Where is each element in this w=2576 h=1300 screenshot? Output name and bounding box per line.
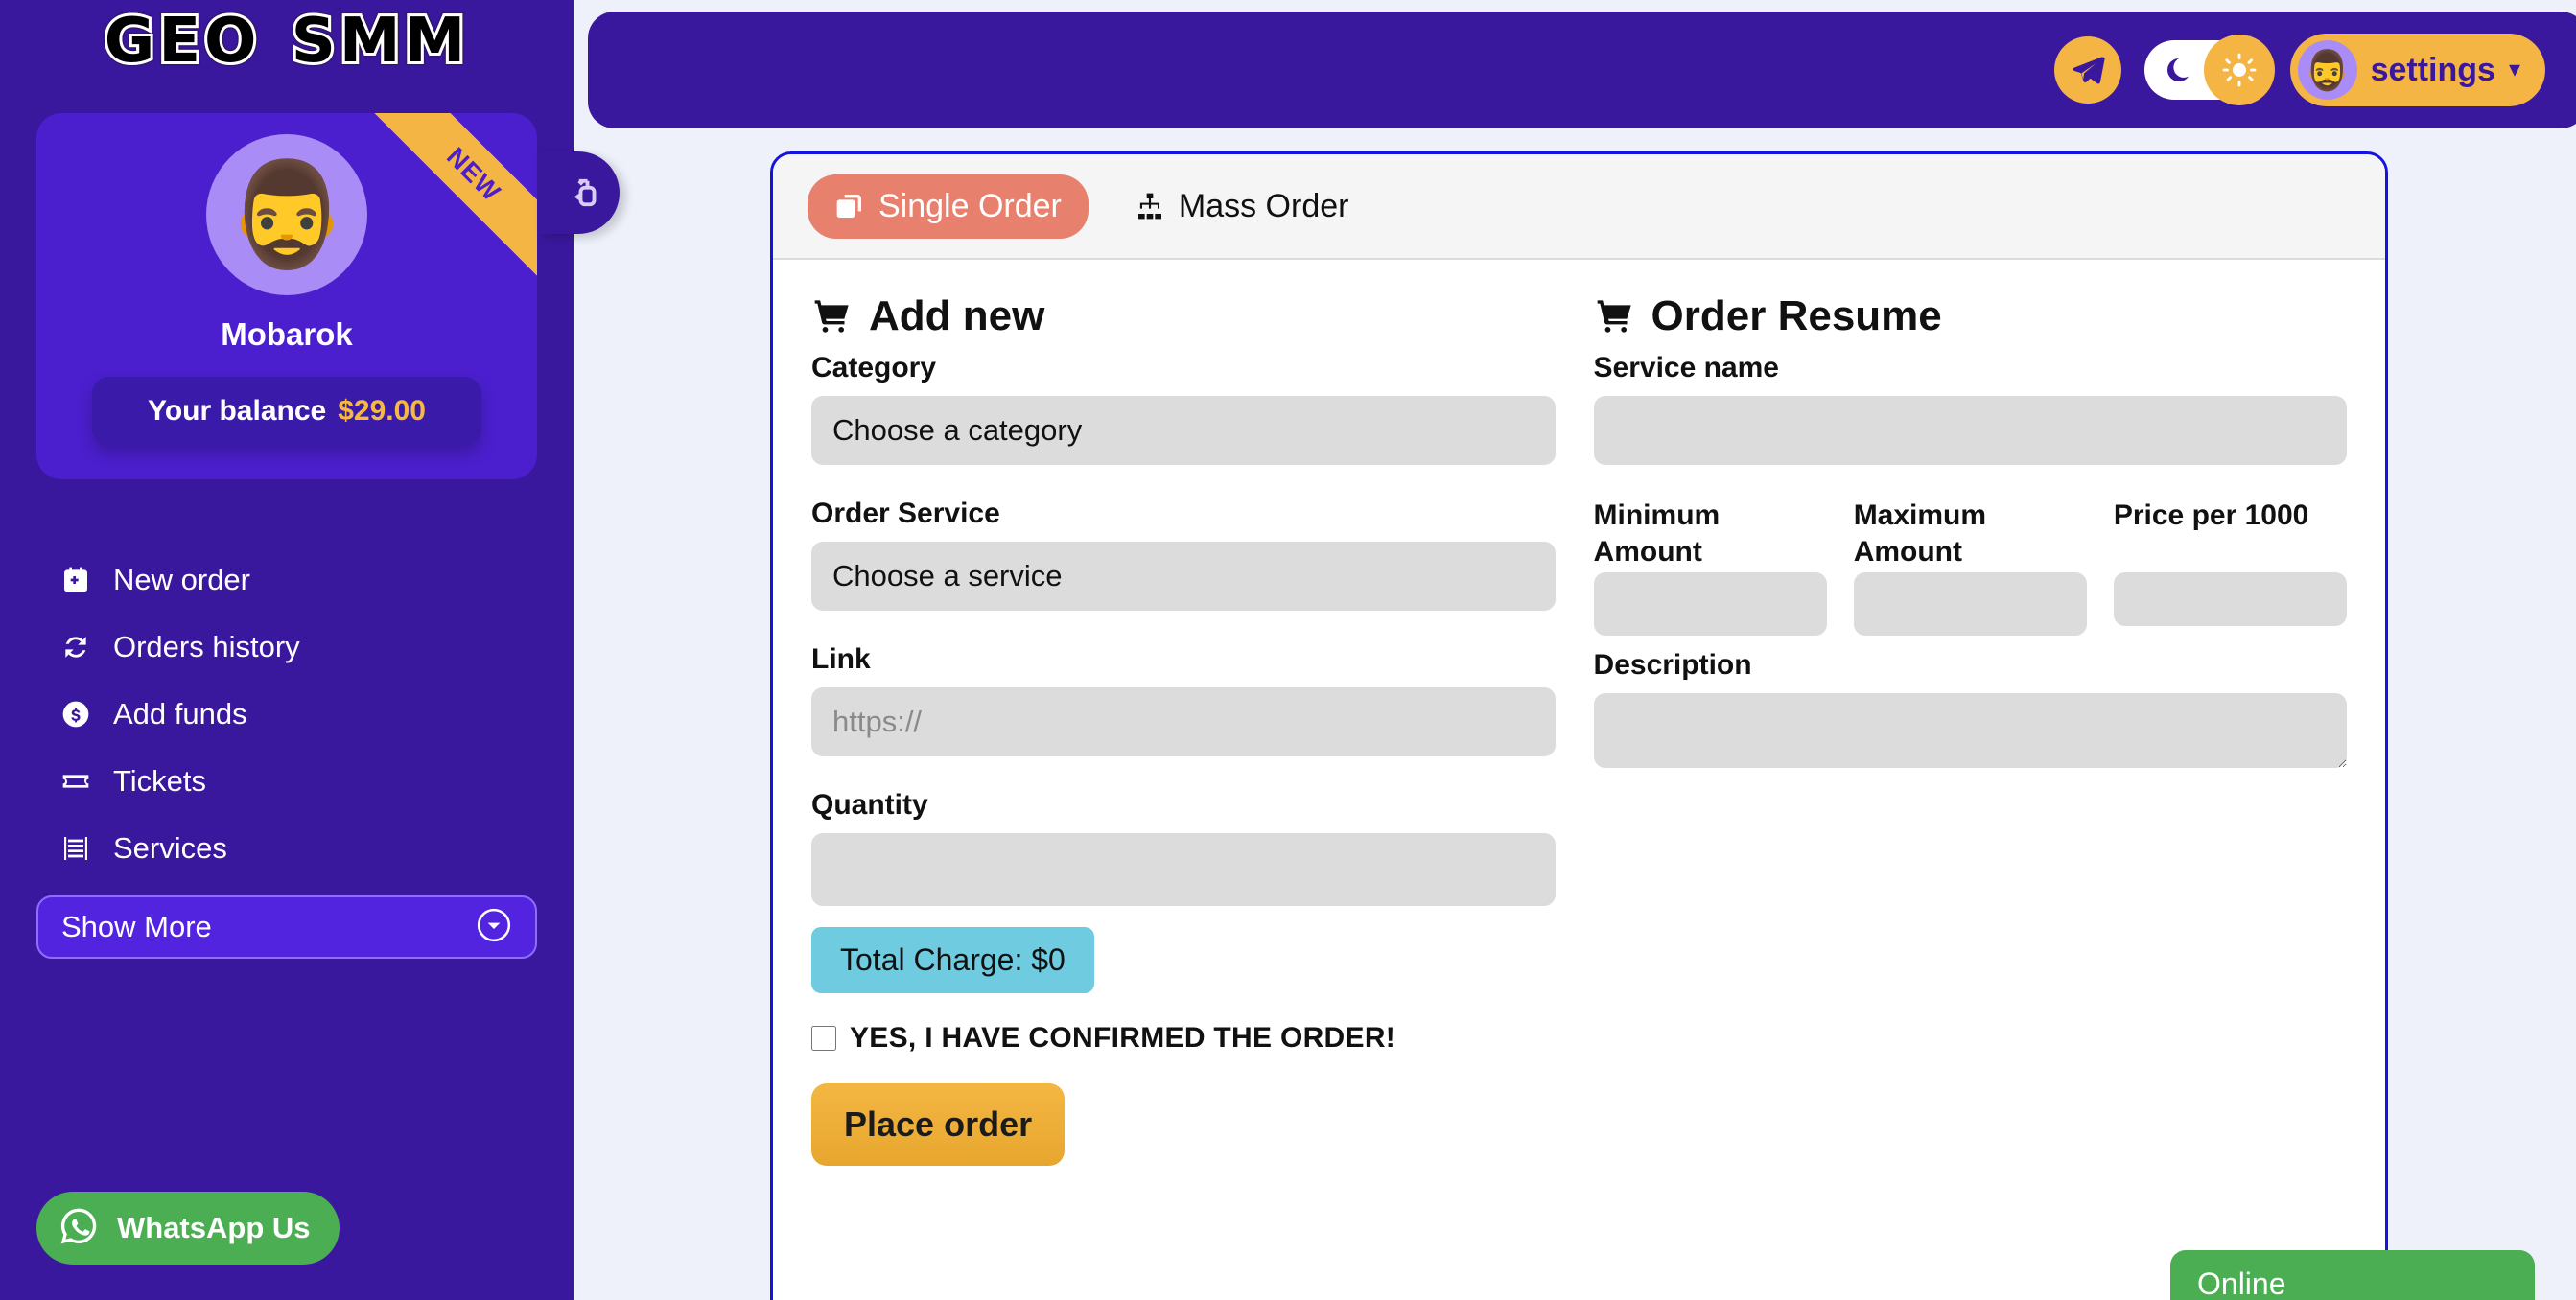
description-textarea[interactable]	[1593, 693, 2347, 768]
card-body: Add new Category Order Service Link Quan…	[773, 260, 2385, 1166]
brand-logo[interactable]: GEO SMM	[0, 3, 574, 80]
quantity-input[interactable]	[811, 833, 1556, 906]
order-tabs: Single Order Mass Order	[773, 154, 2385, 260]
sidebar-item-add-funds[interactable]: Add funds	[0, 681, 574, 748]
total-charge-badge: Total Charge: $0	[811, 927, 1094, 993]
maximum-amount-group: Maximum Amount	[1853, 498, 2087, 636]
whatsapp-label: WhatsApp Us	[117, 1211, 311, 1244]
sidebar: GEO SMM NEW 🧔‍♂️ Mobarok Your balance $2…	[0, 0, 574, 1300]
show-more-button[interactable]: Show More	[36, 895, 537, 959]
avatar: 🧔‍♂️	[206, 134, 367, 295]
sidebar-item-label: Add funds	[113, 697, 247, 731]
profile-name: Mobarok	[221, 316, 353, 352]
section-title-text: Add new	[869, 292, 1045, 339]
telegram-icon[interactable]	[2053, 36, 2121, 104]
maximum-amount-label: Maximum Amount	[1853, 499, 1987, 568]
link-input[interactable]	[811, 687, 1556, 756]
add-new-panel: Add new Category Order Service Link Quan…	[811, 292, 1594, 1166]
online-chat-label: Online	[2197, 1265, 2286, 1300]
sidebar-item-services[interactable]: Services	[0, 815, 574, 882]
ticket-icon	[59, 765, 92, 798]
minimum-amount-label: Minimum Amount	[1593, 499, 1721, 568]
tab-label: Mass Order	[1178, 187, 1349, 224]
section-title-text: Order Resume	[1651, 292, 1942, 339]
show-more-label: Show More	[61, 910, 212, 943]
chevron-down-icon: ▾	[2508, 57, 2520, 82]
whatsapp-icon	[58, 1205, 100, 1252]
sidebar-item-label: Tickets	[113, 764, 207, 798]
copy-icon	[836, 195, 861, 218]
profile-card: NEW 🧔‍♂️ Mobarok Your balance $29.00	[36, 113, 537, 479]
service-name-label: Service name	[1593, 352, 1779, 383]
services-list-icon	[59, 832, 92, 865]
add-new-title: Add new	[811, 292, 1556, 340]
moon-icon	[2162, 55, 2192, 85]
price-per-1000-group: Price per 1000	[2113, 498, 2347, 636]
sun-icon	[2203, 35, 2275, 105]
order-resume-panel: Order Resume Service name Minimum Amount…	[1593, 292, 2347, 1166]
tab-single-order[interactable]: Single Order	[808, 174, 1089, 239]
confirm-order-checkbox[interactable]	[811, 1026, 836, 1051]
collapse-sidebar-icon[interactable]	[537, 151, 620, 234]
place-order-button[interactable]: Place order	[811, 1083, 1066, 1166]
online-chat-widget[interactable]: Online	[2170, 1250, 2535, 1300]
category-label: Category	[811, 352, 937, 383]
maximum-amount-field	[1853, 572, 2087, 636]
balance-label: Your balance	[148, 395, 327, 427]
cart-icon	[1597, 300, 1631, 333]
price-per-1000-field	[2113, 572, 2347, 626]
sidebar-item-new-order[interactable]: New order	[0, 546, 574, 614]
order-resume-title: Order Resume	[1594, 292, 2347, 340]
app-root: GEO SMM NEW 🧔‍♂️ Mobarok Your balance $2…	[0, 0, 2576, 1300]
confirm-order-label[interactable]: YES, I HAVE CONFIRMED THE ORDER!	[850, 1022, 1395, 1055]
new-badge-label: NEW	[441, 141, 507, 207]
tab-label: Single Order	[878, 187, 1062, 224]
service-name-field	[1593, 396, 2347, 465]
brand-logo-text: GEO SMM	[102, 3, 470, 80]
cart-icon	[814, 300, 849, 333]
service-select[interactable]	[811, 542, 1556, 611]
sidebar-item-label: Services	[113, 831, 227, 865]
sidebar-item-orders-history[interactable]: Orders history	[0, 614, 574, 681]
topbar: 🧔‍♂️ settings ▾	[588, 12, 2576, 128]
description-label: Description	[1593, 649, 1752, 681]
tab-mass-order[interactable]: Mass Order	[1108, 174, 1376, 239]
sidebar-nav: New order Orders history Add funds Ticke…	[0, 546, 574, 882]
sidebar-item-tickets[interactable]: Tickets	[0, 748, 574, 815]
theme-toggle[interactable]	[2143, 35, 2275, 105]
category-select[interactable]	[811, 396, 1556, 465]
order-card: Single Order Mass Order Add new Category…	[770, 151, 2388, 1300]
settings-dropdown[interactable]: 🧔‍♂️ settings ▾	[2289, 34, 2545, 106]
confirm-order-row: YES, I HAVE CONFIRMED THE ORDER!	[811, 1022, 1556, 1055]
quantity-label: Quantity	[811, 789, 928, 821]
whatsapp-us-button[interactable]: WhatsApp Us	[36, 1192, 340, 1265]
minimum-amount-group: Minimum Amount	[1593, 498, 1827, 636]
logo-geo: GEO	[102, 3, 261, 80]
balance-pill: Your balance $29.00	[92, 377, 481, 446]
link-label: Link	[811, 643, 871, 675]
balance-amount: $29.00	[338, 395, 426, 427]
sidebar-item-label: New order	[113, 563, 250, 596]
chevron-down-circle-icon	[476, 907, 512, 948]
dollar-circle-icon	[59, 698, 92, 731]
sitemap-icon	[1137, 193, 1161, 220]
refresh-icon	[59, 631, 92, 663]
price-per-1000-label: Price per 1000	[2113, 499, 2309, 531]
settings-label: settings	[2370, 51, 2495, 88]
sidebar-item-label: Orders history	[113, 630, 300, 663]
minimum-amount-field	[1593, 572, 1827, 636]
amount-price-row: Minimum Amount Maximum Amount Price per …	[1593, 498, 2347, 636]
new-badge-ribbon: NEW	[366, 113, 537, 282]
logo-smm: SMM	[289, 3, 470, 80]
avatar: 🧔‍♂️	[2297, 40, 2357, 100]
order-service-label: Order Service	[811, 498, 1000, 529]
calendar-plus-icon	[59, 564, 92, 596]
